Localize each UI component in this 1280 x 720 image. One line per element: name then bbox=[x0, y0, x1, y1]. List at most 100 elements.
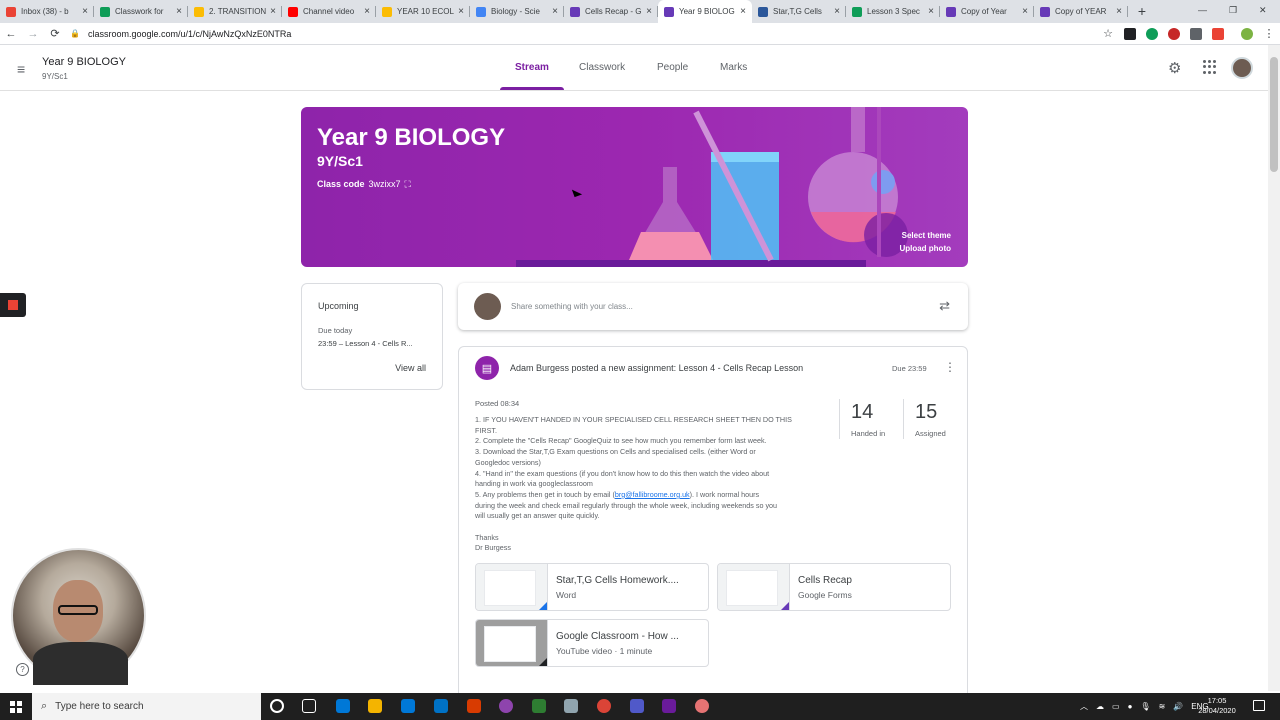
mail-icon[interactable] bbox=[434, 699, 448, 713]
tab-classwork[interactable]: Classwork bbox=[579, 62, 625, 73]
url-field[interactable]: classroom.google.com/u/1/c/NjAwNzQxNzE0N… bbox=[88, 29, 1097, 39]
volume-icon[interactable]: 🔊 bbox=[1173, 702, 1183, 711]
start-button[interactable] bbox=[0, 693, 32, 720]
restore-icon[interactable]: ❐ bbox=[1229, 0, 1237, 20]
extension-icon[interactable] bbox=[1212, 27, 1224, 40]
browser-tab[interactable]: Copy of Year × bbox=[940, 0, 1034, 23]
task-view-icon[interactable] bbox=[302, 699, 316, 713]
settings-gear-icon[interactable]: ⚙ bbox=[1168, 59, 1181, 77]
close-tab-icon[interactable]: × bbox=[740, 6, 746, 17]
close-tab-icon[interactable]: × bbox=[834, 6, 840, 17]
select-theme-link[interactable]: Select theme bbox=[902, 231, 951, 240]
date: 28/04/2020 bbox=[1198, 706, 1236, 715]
browser-tab[interactable]: Classwork for × bbox=[94, 0, 188, 23]
app-icon[interactable] bbox=[695, 699, 709, 713]
scrollbar[interactable] bbox=[1268, 45, 1280, 691]
assigned-count[interactable]: 15 bbox=[915, 401, 937, 424]
browser-tab[interactable]: Lesson 3 Spec × bbox=[846, 0, 940, 23]
browser-tab[interactable]: 2. TRANSITION × bbox=[188, 0, 282, 23]
cortana-icon[interactable] bbox=[270, 699, 284, 713]
app-tray-icon[interactable]: ● bbox=[1128, 702, 1133, 711]
app-icon[interactable] bbox=[499, 699, 513, 713]
account-avatar[interactable] bbox=[1231, 57, 1253, 79]
close-tab-icon[interactable]: × bbox=[552, 6, 558, 17]
close-tab-icon[interactable]: × bbox=[176, 6, 182, 17]
tab-people[interactable]: People bbox=[657, 62, 688, 73]
network-icon[interactable]: ▭ bbox=[1112, 702, 1120, 711]
app-icon[interactable] bbox=[564, 699, 578, 713]
microphone-icon[interactable]: 🎙 bbox=[1140, 702, 1150, 711]
close-tab-icon[interactable]: × bbox=[82, 6, 88, 17]
browser-tab[interactable]: YEAR 10 ECOL × bbox=[376, 0, 470, 23]
forward-icon[interactable]: → bbox=[22, 28, 44, 40]
app-icon[interactable] bbox=[662, 699, 676, 713]
app-icon[interactable] bbox=[532, 699, 546, 713]
close-tab-icon[interactable]: × bbox=[1116, 6, 1122, 17]
browser-tab[interactable]: Channel video × bbox=[282, 0, 376, 23]
reload-icon[interactable]: ⟳ bbox=[44, 27, 66, 40]
apps-grid-icon[interactable] bbox=[1203, 60, 1217, 74]
extension-icon[interactable] bbox=[1124, 27, 1136, 40]
clock[interactable]: 17:05 28/04/2020 bbox=[1197, 696, 1237, 716]
close-tab-icon[interactable]: × bbox=[1022, 6, 1028, 17]
class-section: 9Y/Sc1 bbox=[42, 72, 68, 81]
banner-title[interactable]: Year 9 BIOLOGY bbox=[317, 124, 505, 152]
attachment-word[interactable]: Star,T,G Cells Homework.... Word bbox=[475, 563, 709, 611]
chrome-icon[interactable] bbox=[597, 699, 611, 713]
close-window-icon[interactable]: ✕ bbox=[1259, 0, 1267, 20]
class-title[interactable]: Year 9 BIOLOGY bbox=[42, 56, 126, 68]
view-all-link[interactable]: View all bbox=[395, 363, 426, 373]
upcoming-item[interactable]: 23:59 – Lesson 4 - Cells R... bbox=[318, 339, 413, 348]
taskbar-search[interactable]: ⌕ Type here to search bbox=[32, 693, 261, 720]
back-icon[interactable]: ← bbox=[0, 28, 22, 40]
fullscreen-icon[interactable]: ⛶ bbox=[405, 179, 411, 189]
browser-tab[interactable]: Biology - Scie × bbox=[470, 0, 564, 23]
minimize-icon[interactable]: — bbox=[1198, 0, 1207, 20]
extension-icon[interactable] bbox=[1146, 27, 1158, 40]
close-tab-icon[interactable]: × bbox=[458, 6, 464, 17]
browser-tab[interactable]: Inbox (38) - b × bbox=[0, 0, 94, 23]
onedrive-icon[interactable]: ☁ bbox=[1096, 702, 1104, 711]
notification-icon[interactable] bbox=[1253, 700, 1265, 711]
browser-menu-icon[interactable]: ⋮ bbox=[1258, 27, 1280, 40]
close-tab-icon[interactable]: × bbox=[646, 6, 652, 17]
browser-tab[interactable]: Star,T,G Cells × bbox=[752, 0, 846, 23]
share-box[interactable]: Share something with your class... ⇄ bbox=[458, 283, 968, 330]
chevron-up-icon[interactable]: ︿ bbox=[1080, 701, 1088, 712]
tab-marks[interactable]: Marks bbox=[720, 62, 747, 73]
edge-icon[interactable] bbox=[336, 699, 350, 713]
repost-icon[interactable]: ⇄ bbox=[939, 298, 950, 314]
browser-tab[interactable]: Year 9 BIOLOG × bbox=[658, 0, 752, 23]
hamburger-menu-icon[interactable]: ≡ bbox=[17, 61, 25, 77]
tab-stream[interactable]: Stream bbox=[515, 62, 549, 73]
file-explorer-icon[interactable] bbox=[368, 699, 382, 713]
browser-tab[interactable]: Cells Recap - G × bbox=[564, 0, 658, 23]
wifi-icon[interactable]: ≋ bbox=[1159, 702, 1166, 711]
scrollbar-thumb[interactable] bbox=[1270, 57, 1278, 172]
store-icon[interactable] bbox=[401, 699, 415, 713]
close-tab-icon[interactable]: × bbox=[928, 6, 934, 17]
upload-photo-link[interactable]: Upload photo bbox=[899, 244, 951, 253]
class-code-value[interactable]: 3wzixx7 bbox=[369, 179, 401, 189]
share-placeholder[interactable]: Share something with your class... bbox=[511, 302, 633, 311]
handed-in-count[interactable]: 14 bbox=[851, 401, 873, 424]
attachment-form[interactable]: Cells Recap Google Forms bbox=[717, 563, 951, 611]
post-line: 4. "Hand in" the exam questions (if you … bbox=[475, 468, 770, 478]
extension-icon[interactable] bbox=[1168, 27, 1180, 40]
teams-icon[interactable] bbox=[630, 699, 644, 713]
close-tab-icon[interactable]: × bbox=[270, 6, 276, 17]
attachment-video[interactable]: Google Classroom - How ... YouTube video… bbox=[475, 619, 709, 667]
more-options-icon[interactable]: ⋮ bbox=[944, 360, 956, 374]
help-icon[interactable]: ? bbox=[16, 663, 29, 676]
browser-tab[interactable]: Copy of YEAR × bbox=[1034, 0, 1128, 23]
post-headline[interactable]: Adam Burgess posted a new assignment: Le… bbox=[510, 363, 803, 373]
new-tab-button[interactable]: + bbox=[1128, 0, 1156, 23]
record-button[interactable] bbox=[0, 293, 26, 317]
office-icon[interactable] bbox=[467, 699, 481, 713]
post-line: Googledoc versions) bbox=[475, 457, 541, 467]
close-tab-icon[interactable]: × bbox=[364, 6, 370, 17]
email-link[interactable]: brg@fallibroome.org.uk bbox=[615, 490, 690, 499]
extension-icon[interactable] bbox=[1190, 27, 1202, 40]
bookmark-star-icon[interactable]: ☆ bbox=[1097, 27, 1119, 40]
profile-icon[interactable] bbox=[1241, 27, 1253, 40]
